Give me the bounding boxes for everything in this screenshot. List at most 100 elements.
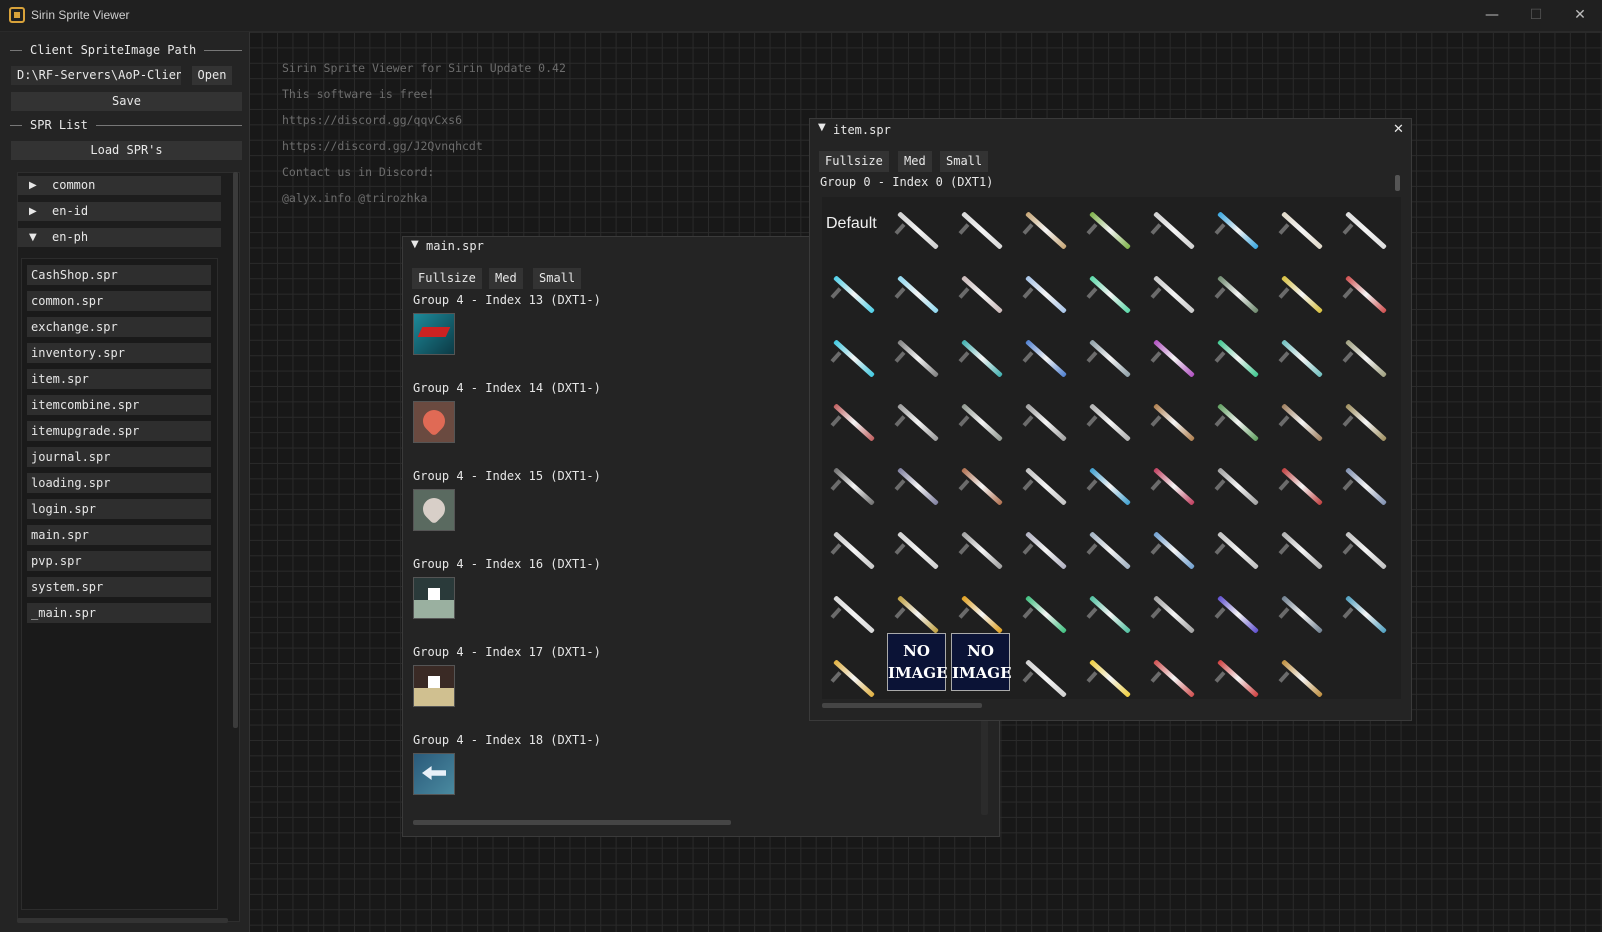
arrow-swap-icon[interactable]: [413, 753, 455, 795]
item-sprite-sheet[interactable]: Default NO IMAGE NO IMAGE: [822, 197, 1401, 699]
weapon-sprite-daggers[interactable]: [1142, 519, 1206, 583]
heart-handshake-grey-icon[interactable]: [413, 489, 455, 531]
weapon-sprite-swords[interactable]: [1078, 199, 1142, 263]
file-item[interactable]: login.spr: [27, 499, 211, 519]
weapon-sprite-maces[interactable]: [1078, 327, 1142, 391]
file-item[interactable]: main.spr: [27, 525, 211, 545]
weapon-sprite-spears[interactable]: [822, 391, 886, 455]
weapon-sprite-maces[interactable]: [1334, 327, 1398, 391]
weapon-sprite-glaives[interactable]: [1142, 263, 1206, 327]
collapse-arrow-icon[interactable]: ▼: [818, 122, 826, 133]
weapon-sprite-daggers[interactable]: [886, 519, 950, 583]
weapon-sprite-guns[interactable]: [822, 455, 886, 519]
weapon-sprite-daggers[interactable]: [1206, 519, 1270, 583]
weapon-sprite-spears[interactable]: [950, 391, 1014, 455]
load-spr-button[interactable]: Load SPR's: [11, 141, 242, 160]
file-item[interactable]: common.spr: [27, 291, 211, 311]
save-button[interactable]: Save: [11, 92, 242, 111]
weapon-sprite-guns[interactable]: [1206, 455, 1270, 519]
box-dark-icon[interactable]: [413, 577, 455, 619]
item-spr-header[interactable]: ▼ item.spr ✕: [810, 119, 1411, 139]
heart-handshake-icon[interactable]: [413, 401, 455, 443]
weapon-sprite-daggers[interactable]: [1014, 519, 1078, 583]
weapon-sprite-heavies[interactable]: [1334, 583, 1398, 647]
weapon-sprite-guns[interactable]: [1270, 455, 1334, 519]
file-item[interactable]: item.spr: [27, 369, 211, 389]
weapon-sprite-spears[interactable]: [1270, 391, 1334, 455]
main-med-button[interactable]: Med: [489, 268, 523, 289]
sprite-path-input[interactable]: D:\RF-Servers\AoP-Client: [11, 66, 181, 85]
weapon-sprite-heavies[interactable]: [1142, 583, 1206, 647]
weapon-sprite-daggers[interactable]: [1334, 519, 1398, 583]
weapon-sprite-maces[interactable]: [1142, 327, 1206, 391]
weapon-sprite-glaives[interactable]: [1270, 263, 1334, 327]
weapon-sprite-heavies[interactable]: [822, 583, 886, 647]
weapon-sprite-maces[interactable]: [1270, 327, 1334, 391]
file-item[interactable]: CashShop.spr: [27, 265, 211, 285]
weapon-sprite-swords[interactable]: [1334, 199, 1398, 263]
file-item[interactable]: itemupgrade.spr: [27, 421, 211, 441]
weapon-sprite-guns[interactable]: [1142, 455, 1206, 519]
weapon-sprite-heavies[interactable]: [1270, 583, 1334, 647]
red-wing-icon[interactable]: [413, 313, 455, 355]
maximize-button[interactable]: ☐: [1516, 4, 1556, 26]
weapon-sprite-daggers[interactable]: [1270, 519, 1334, 583]
weapon-sprite-swords[interactable]: [886, 199, 950, 263]
weapon-sprite-heavies[interactable]: [1078, 583, 1142, 647]
tree-node-en-id[interactable]: ▶ en-id: [17, 202, 221, 221]
collapse-arrow-icon[interactable]: ▼: [411, 239, 419, 250]
weapon-sprite-spears[interactable]: [1078, 391, 1142, 455]
weapon-sprite-mixed[interactable]: [1142, 647, 1206, 699]
weapon-sprite-guns[interactable]: [1078, 455, 1142, 519]
file-item[interactable]: itemcombine.spr: [27, 395, 211, 415]
file-item[interactable]: pvp.spr: [27, 551, 211, 571]
weapon-sprite-glaives[interactable]: [1334, 263, 1398, 327]
weapon-sprite-glaives[interactable]: [950, 263, 1014, 327]
weapon-sprite-maces[interactable]: [886, 327, 950, 391]
file-item[interactable]: system.spr: [27, 577, 211, 597]
weapon-sprite-swords[interactable]: [1142, 199, 1206, 263]
weapon-sprite-guns[interactable]: [950, 455, 1014, 519]
weapon-sprite-spears[interactable]: [1014, 391, 1078, 455]
file-item[interactable]: loading.spr: [27, 473, 211, 493]
weapon-sprite-maces[interactable]: [822, 327, 886, 391]
item-hscrollbar[interactable]: [822, 703, 982, 708]
weapon-sprite-glaives[interactable]: [1014, 263, 1078, 327]
weapon-sprite-glaives[interactable]: [822, 263, 886, 327]
sidebar-hscrollbar[interactable]: [17, 918, 228, 923]
weapon-sprite-mixed[interactable]: [1078, 647, 1142, 699]
box-brown-icon[interactable]: [413, 665, 455, 707]
sidebar-scrollbar[interactable]: [233, 172, 238, 728]
file-item[interactable]: _main.spr: [27, 603, 211, 623]
file-item[interactable]: exchange.spr: [27, 317, 211, 337]
close-window-button[interactable]: ✕: [1560, 4, 1600, 26]
weapon-sprite-glaives[interactable]: [1206, 263, 1270, 327]
weapon-sprite-guns[interactable]: [886, 455, 950, 519]
weapon-sprite-mixed[interactable]: [1206, 647, 1270, 699]
weapon-sprite-guns[interactable]: [1014, 455, 1078, 519]
weapon-sprite-spears[interactable]: [1206, 391, 1270, 455]
weapon-sprite-swords[interactable]: [950, 199, 1014, 263]
weapon-sprite-mixed[interactable]: [1014, 647, 1078, 699]
tree-node-common[interactable]: ▶ common: [17, 176, 221, 195]
main-fullsize-button[interactable]: Fullsize: [412, 268, 482, 289]
weapon-sprite-daggers[interactable]: [1078, 519, 1142, 583]
weapon-sprite-spears[interactable]: [1334, 391, 1398, 455]
open-button[interactable]: Open: [192, 66, 232, 85]
weapon-sprite-swords[interactable]: [1014, 199, 1078, 263]
weapon-sprite-heavies[interactable]: [1206, 583, 1270, 647]
weapon-sprite-guns[interactable]: [1334, 455, 1398, 519]
item-fullsize-button[interactable]: Fullsize: [819, 151, 889, 172]
file-item[interactable]: journal.spr: [27, 447, 211, 467]
minimize-button[interactable]: —: [1472, 4, 1512, 26]
weapon-sprite-heavies[interactable]: [1014, 583, 1078, 647]
tree-node-en-ph[interactable]: ▼ en-ph: [17, 228, 221, 247]
weapon-sprite-mixed[interactable]: [822, 647, 886, 699]
weapon-sprite-swords[interactable]: [1206, 199, 1270, 263]
item-med-button[interactable]: Med: [898, 151, 932, 172]
item-vscrollbar[interactable]: [1395, 175, 1400, 191]
weapon-sprite-spears[interactable]: [886, 391, 950, 455]
weapon-sprite-daggers[interactable]: [950, 519, 1014, 583]
main-hscrollbar[interactable]: [413, 820, 731, 825]
item-spr-close-icon[interactable]: ✕: [1393, 122, 1404, 137]
